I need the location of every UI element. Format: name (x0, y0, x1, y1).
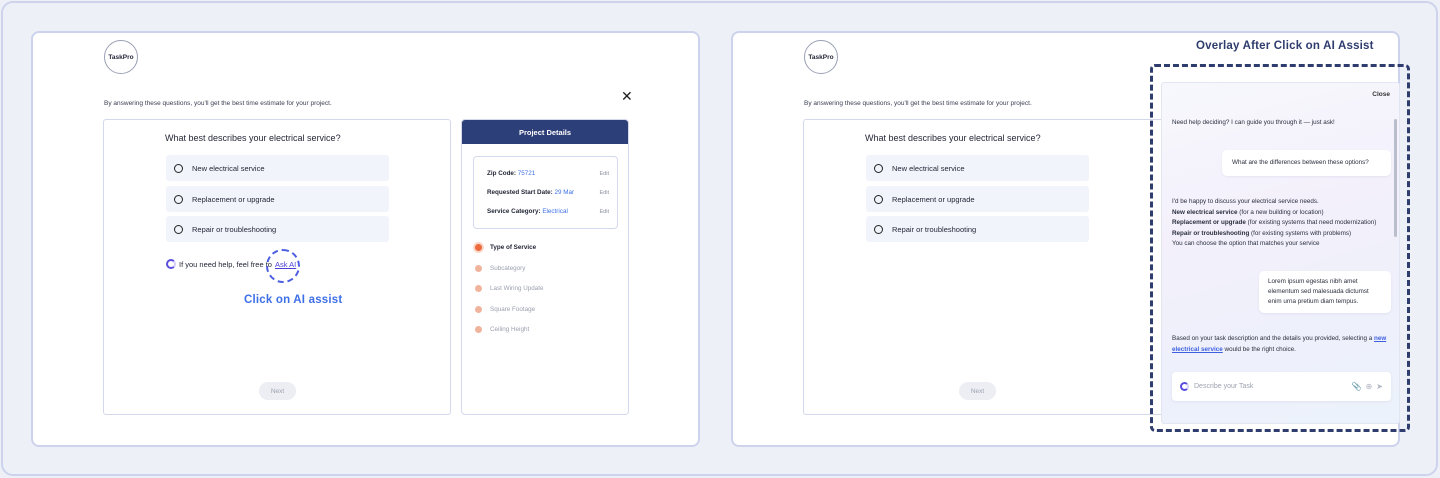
user-message: What are the differences between these o… (1222, 150, 1391, 176)
ai-assistant-overlay: Close Need help deciding? I can guide yo… (1161, 82, 1400, 424)
start-date-row: Requested Start Date: 29 Mar (487, 189, 575, 196)
radio-icon[interactable] (874, 224, 883, 234)
assistant-reply: I'd be happy to discuss your electrical … (1172, 198, 1377, 247)
intro-text: By answering these questions, you'll get… (104, 100, 332, 107)
option-replacement[interactable]: Replacement or upgrade (166, 186, 389, 212)
highlight-circle (265, 248, 300, 283)
radio-icon[interactable] (874, 194, 883, 204)
option-new-service[interactable]: New electrical service (166, 155, 389, 181)
scrollbar[interactable] (1394, 119, 1397, 237)
option-replacement[interactable]: Replacement or upgrade (866, 186, 1089, 212)
question-card: What best describes your electrical serv… (103, 119, 451, 415)
overlay-annotation-title: Overlay After Click on AI Assist (1196, 40, 1374, 52)
step-square-footage[interactable]: Square Footage (475, 306, 535, 313)
edit-zip-link[interactable]: Edit (600, 171, 609, 177)
edit-date-link[interactable]: Edit (600, 190, 609, 196)
ai-assist-icon (1180, 382, 1189, 391)
taskpro-logo: TaskPro (804, 40, 838, 74)
assistant-recommendation: Based on your task description and the d… (1172, 335, 1387, 353)
ask-ai-link[interactable]: Ask AI (265, 248, 300, 283)
step-dot-icon (475, 244, 482, 251)
close-icon[interactable]: ✕ (621, 89, 633, 103)
question-title: What best describes your electrical serv… (165, 133, 341, 143)
intro-text: By answering these questions, you'll get… (804, 100, 1032, 107)
chat-input[interactable]: Describe your Task (1194, 383, 1253, 390)
ai-help-line: If you need help, feel free to Ask AI (166, 248, 300, 283)
step-dot-icon (475, 265, 482, 272)
option-new-service[interactable]: New electrical service (866, 155, 1089, 181)
radio-icon[interactable] (174, 194, 183, 204)
wizard-panel-before: TaskPro By answering these questions, yo… (31, 31, 700, 447)
radio-icon[interactable] (874, 163, 883, 173)
edit-category-link[interactable]: Edit (600, 209, 609, 215)
step-dot-icon (475, 306, 482, 313)
step-ceiling-height[interactable]: Ceiling Height (475, 326, 529, 333)
plus-circle-icon[interactable]: ⊕ (1366, 382, 1373, 391)
step-dot-icon (475, 326, 482, 333)
paperclip-icon[interactable]: 📎 (1352, 382, 1362, 391)
taskpro-logo: TaskPro (104, 40, 138, 74)
question-title: What best describes your electrical serv… (865, 133, 1041, 143)
step-dot-icon (475, 285, 482, 292)
project-details-card: Project Details Zip Code: 75721 Edit Req… (461, 119, 629, 415)
project-info-box: Zip Code: 75721 Edit Requested Start Dat… (473, 156, 618, 229)
project-details-title: Project Details (462, 120, 628, 144)
step-last-wiring[interactable]: Last Wiring Update (475, 285, 544, 292)
option-repair[interactable]: Repair or troubleshooting (866, 216, 1089, 242)
close-button[interactable]: Close (1372, 91, 1390, 98)
radio-icon[interactable] (174, 224, 183, 234)
next-button[interactable]: Next (959, 382, 996, 400)
option-repair[interactable]: Repair or troubleshooting (166, 216, 389, 242)
chat-composer[interactable]: Describe your Task 📎 ⊕ ➤ (1172, 372, 1391, 401)
next-button[interactable]: Next (259, 382, 296, 400)
category-row: Service Category: Electrical (487, 208, 568, 215)
ai-assist-icon (166, 259, 176, 269)
click-annotation: Click on AI assist (244, 294, 343, 306)
user-message-2: Lorem ipsum egestas nibh amet elementum … (1259, 271, 1391, 313)
radio-icon[interactable] (174, 163, 183, 173)
assistant-greeting: Need help deciding? I can guide you thro… (1172, 119, 1335, 126)
send-icon[interactable]: ➤ (1376, 382, 1383, 391)
zip-code-row: Zip Code: 75721 (487, 170, 536, 177)
step-type-of-service[interactable]: Type of Service (475, 244, 536, 251)
step-subcategory[interactable]: Subcategory (475, 265, 525, 272)
